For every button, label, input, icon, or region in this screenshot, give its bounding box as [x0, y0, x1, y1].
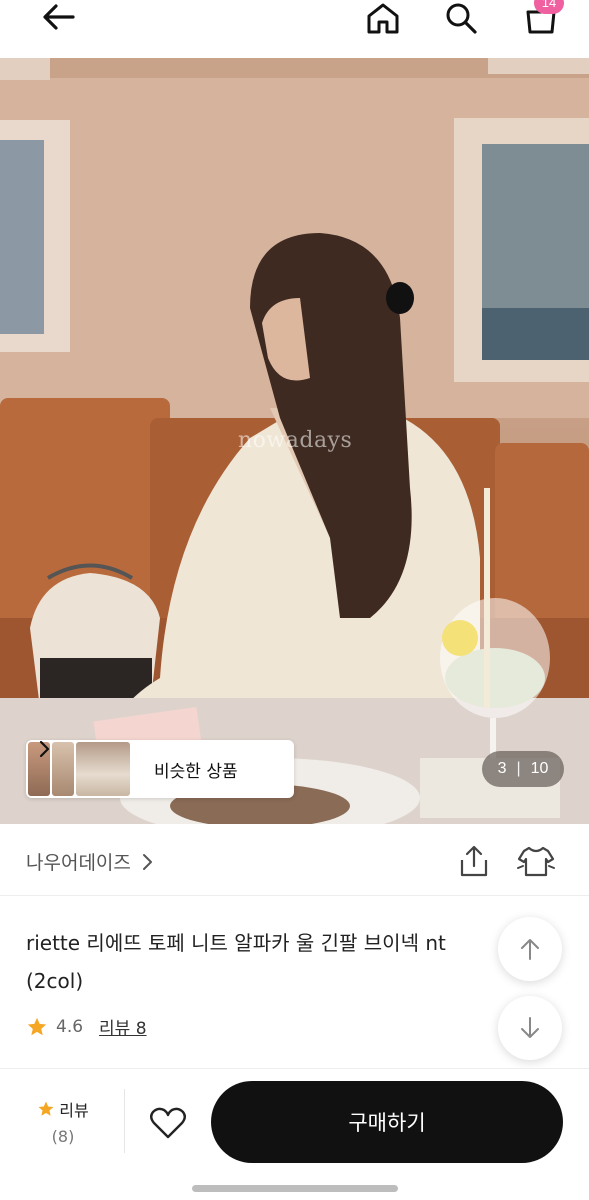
home-button[interactable]: [362, 0, 404, 36]
scroll-down-button[interactable]: [498, 996, 562, 1060]
bottom-action-bar: 리뷰 (8) 구매하기: [0, 1068, 589, 1200]
wishlist-button[interactable]: [148, 1105, 188, 1141]
star-icon: [27, 1017, 47, 1035]
review-tab-button[interactable]: 리뷰 (8): [26, 1097, 100, 1146]
star-icon: [38, 1101, 54, 1116]
home-indicator: [192, 1185, 398, 1192]
top-nav: 14: [0, 0, 589, 58]
bar-divider: [124, 1089, 125, 1153]
brand-link[interactable]: 나우어데이즈: [26, 848, 153, 875]
buy-button[interactable]: 구매하기: [211, 1081, 563, 1163]
clothing-icon: [517, 846, 555, 877]
chevron-right-icon: [39, 740, 50, 758]
image-current: 3: [497, 760, 507, 777]
similar-products-button[interactable]: 비슷한 상품: [26, 740, 294, 798]
arrow-left-icon: [43, 4, 75, 30]
arrow-up-icon: [521, 939, 539, 960]
brand-name: 나우어데이즈: [26, 852, 131, 874]
search-icon: [446, 3, 477, 34]
watermark: nowadays: [238, 428, 353, 453]
heart-icon: [150, 1107, 186, 1139]
product-image[interactable]: nowadays 비슷한 상품 3 | 10: [0, 58, 589, 824]
product-title: riette 리에뜨 토페 니트 알파카 울 긴팔 브이넥 nt (2col): [26, 931, 446, 993]
image-total: 10: [530, 760, 549, 777]
brand-row: 나우어데이즈: [0, 824, 589, 896]
similar-thumbnail: [52, 742, 74, 796]
home-icon: [367, 3, 399, 34]
rating-summary: 4.6 리뷰 8: [26, 1014, 147, 1039]
review-tab-label: 리뷰: [59, 1101, 89, 1120]
rating-score: 4.6: [56, 1016, 84, 1037]
back-button[interactable]: [34, 0, 84, 34]
search-button[interactable]: [440, 0, 482, 36]
chevron-right-icon: [142, 853, 152, 870]
image-counter: 3 | 10: [482, 751, 564, 787]
share-icon: [460, 845, 488, 877]
reviews-link[interactable]: 리뷰 8: [99, 1014, 147, 1039]
arrow-down-icon: [521, 1017, 539, 1038]
share-button[interactable]: [456, 844, 492, 880]
counter-separator: |: [516, 760, 521, 777]
similar-thumbnail: [76, 742, 130, 796]
review-tab-row: 리뷰: [26, 1097, 100, 1121]
size-compare-button[interactable]: [516, 842, 556, 882]
review-tab-count: (8): [51, 1127, 75, 1146]
scroll-up-button[interactable]: [498, 917, 562, 981]
similar-products-label: 비슷한 상품: [154, 761, 238, 782]
